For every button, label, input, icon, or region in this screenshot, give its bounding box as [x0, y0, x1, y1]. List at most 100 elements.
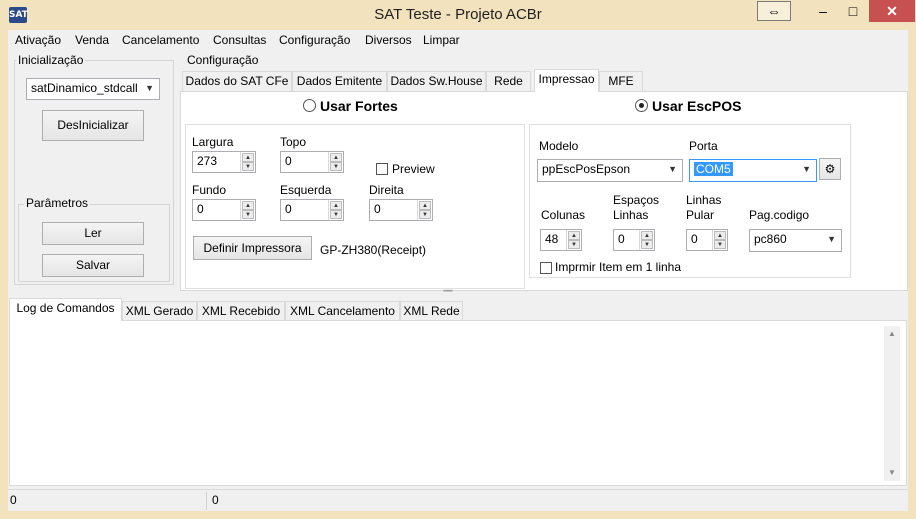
menu-consultas[interactable]: Consultas — [213, 33, 266, 47]
direita-spin-buttons: ▲ ▼ — [417, 200, 432, 220]
menu-diversos[interactable]: Diversos — [365, 33, 412, 47]
largura-value: 273 — [197, 154, 218, 168]
direita-spin[interactable]: 0 ▲ ▼ — [369, 199, 433, 221]
fundo-value: 0 — [197, 202, 204, 216]
espacos-spin[interactable]: 0 ▲ ▼ — [613, 229, 655, 251]
lib-combo-value: satDinamico_stdcall — [31, 81, 138, 95]
topo-spin[interactable]: 0 ▲ ▼ — [280, 151, 344, 173]
spin-down-icon[interactable]: ▼ — [568, 240, 580, 249]
largura-label: Largura — [192, 135, 234, 149]
fundo-spin-buttons: ▲ ▼ — [240, 200, 255, 220]
menu-ativacao[interactable]: Ativação — [15, 33, 61, 47]
usar-fortes-label[interactable]: Usar Fortes — [320, 98, 398, 114]
spin-up-icon[interactable]: ▲ — [568, 231, 580, 240]
colunas-value: 48 — [545, 232, 559, 246]
tab-rede[interactable]: Rede — [486, 71, 531, 91]
tab-dados-sat[interactable]: Dados do SAT CFe — [182, 71, 292, 91]
ler-button[interactable]: Ler — [42, 222, 144, 245]
menu-cancelamento[interactable]: Cancelamento — [122, 33, 199, 47]
printer-name: GP-ZH380(Receipt) — [320, 243, 427, 257]
largura-spin-buttons: ▲ ▼ — [240, 152, 255, 172]
topo-value: 0 — [285, 154, 292, 168]
maximize-button[interactable]: □ — [838, 0, 868, 22]
tab-dados-swhouse[interactable]: Dados Sw.House — [387, 71, 486, 91]
spin-up-icon[interactable]: ▲ — [641, 231, 653, 240]
status-left: 0 — [10, 493, 17, 507]
spin-up-icon[interactable]: ▲ — [330, 201, 342, 210]
menu-limpar[interactable]: Limpar — [423, 33, 460, 47]
spin-down-icon[interactable]: ▼ — [714, 240, 726, 249]
tab-xml-cancelamento[interactable]: XML Cancelamento — [285, 301, 400, 321]
tab-dados-emitente[interactable]: Dados Emitente — [292, 71, 387, 91]
salvar-button[interactable]: Salvar — [42, 254, 144, 277]
linhas-label-1: Linhas — [686, 193, 722, 207]
tab-xml-recebido[interactable]: XML Recebido — [197, 301, 285, 321]
porta-label: Porta — [689, 139, 718, 153]
desinicializar-button[interactable]: DesInicializar — [42, 110, 144, 141]
largura-spin[interactable]: 273 ▲ ▼ — [192, 151, 256, 173]
scroll-up-icon[interactable]: ▲ — [884, 326, 900, 342]
espacos-label-1: Espaços — [613, 193, 660, 207]
parametros-label: Parâmetros — [24, 196, 91, 210]
log-panel: ▲ ▼ — [9, 320, 907, 486]
spin-down-icon[interactable]: ▼ — [641, 240, 653, 249]
spin-down-icon[interactable]: ▼ — [330, 210, 342, 219]
spin-up-icon[interactable]: ▲ — [242, 153, 254, 162]
minimize-button[interactable]: – — [808, 0, 838, 22]
esquerda-spin-buttons: ▲ ▼ — [328, 200, 343, 220]
colunas-label: Colunas — [541, 208, 586, 222]
fundo-spin[interactable]: 0 ▲ ▼ — [192, 199, 256, 221]
colunas-spin[interactable]: 48 ▲ ▼ — [540, 229, 582, 251]
port-config-button[interactable]: ⚙ — [819, 158, 841, 180]
spin-up-icon[interactable]: ▲ — [419, 201, 431, 210]
tab-xml-gerado[interactable]: XML Gerado — [122, 301, 197, 321]
tab-impressao[interactable]: Impressao — [534, 69, 599, 92]
modelo-combo[interactable]: ppEscPosEpson ▼ — [537, 159, 683, 182]
esquerda-spin[interactable]: 0 ▲ ▼ — [280, 199, 344, 221]
menu-venda[interactable]: Venda — [75, 33, 109, 47]
linhas-spin-buttons: ▲ ▼ — [712, 230, 727, 250]
porta-combo[interactable]: COM5 ▼ — [689, 159, 817, 182]
spin-up-icon[interactable]: ▲ — [330, 153, 342, 162]
splitter-handle[interactable]: •••••••• — [443, 289, 453, 295]
inicializacao-label: Inicialização — [16, 53, 86, 67]
chevron-down-icon: ▼ — [827, 234, 836, 244]
porta-value: COM5 — [694, 162, 733, 176]
tab-xml-rede[interactable]: XML Rede — [400, 301, 463, 321]
spin-down-icon[interactable]: ▼ — [330, 162, 342, 171]
spin-down-icon[interactable]: ▼ — [419, 210, 431, 219]
modelo-value: ppEscPosEpson — [542, 162, 631, 176]
menu-bar: Ativação Venda Cancelamento Consultas Co… — [8, 30, 908, 50]
spin-up-icon[interactable]: ▲ — [714, 231, 726, 240]
spin-down-icon[interactable]: ▼ — [242, 162, 254, 171]
imprimir-item-checkbox[interactable] — [540, 262, 552, 274]
scroll-down-icon[interactable]: ▼ — [884, 465, 900, 481]
usar-escpos-radio[interactable] — [635, 99, 648, 112]
log-scrollbar[interactable]: ▲ ▼ — [884, 326, 900, 481]
modelo-label: Modelo — [539, 139, 579, 153]
spin-up-icon[interactable]: ▲ — [242, 201, 254, 210]
usar-fortes-radio[interactable] — [303, 99, 316, 112]
direita-label: Direita — [369, 183, 404, 197]
colunas-spin-buttons: ▲ ▼ — [566, 230, 581, 250]
direita-value: 0 — [374, 202, 381, 216]
menu-configuracao[interactable]: Configuração — [279, 33, 350, 47]
definir-impressora-button[interactable]: Definir Impressora — [193, 236, 312, 260]
lib-combo[interactable]: satDinamico_stdcall ▼ — [26, 78, 160, 100]
tab-log-comandos[interactable]: Log de Comandos — [9, 298, 122, 321]
restore-button[interactable]: ⇔ — [757, 1, 791, 21]
preview-checkbox[interactable] — [376, 163, 388, 175]
log-textarea[interactable] — [13, 324, 885, 482]
app-window: SAT SAT Teste - Projeto ACBr ⇔ – □ ✕ Ati… — [0, 0, 916, 519]
imprimir-item-label[interactable]: Imprmir Item em 1 linha — [555, 260, 681, 274]
linhas-spin[interactable]: 0 ▲ ▼ — [686, 229, 728, 251]
close-button[interactable]: ✕ — [869, 0, 915, 22]
usar-escpos-label[interactable]: Usar EscPOS — [652, 98, 742, 114]
tab-mfe[interactable]: MFE — [599, 71, 643, 91]
pagcodigo-combo[interactable]: pc860 ▼ — [749, 229, 842, 252]
status-divider — [206, 492, 207, 510]
preview-label[interactable]: Preview — [392, 162, 435, 176]
spin-down-icon[interactable]: ▼ — [242, 210, 254, 219]
title-bar[interactable]: SAT SAT Teste - Projeto ACBr ⇔ – □ ✕ — [0, 0, 916, 30]
topo-spin-buttons: ▲ ▼ — [328, 152, 343, 172]
